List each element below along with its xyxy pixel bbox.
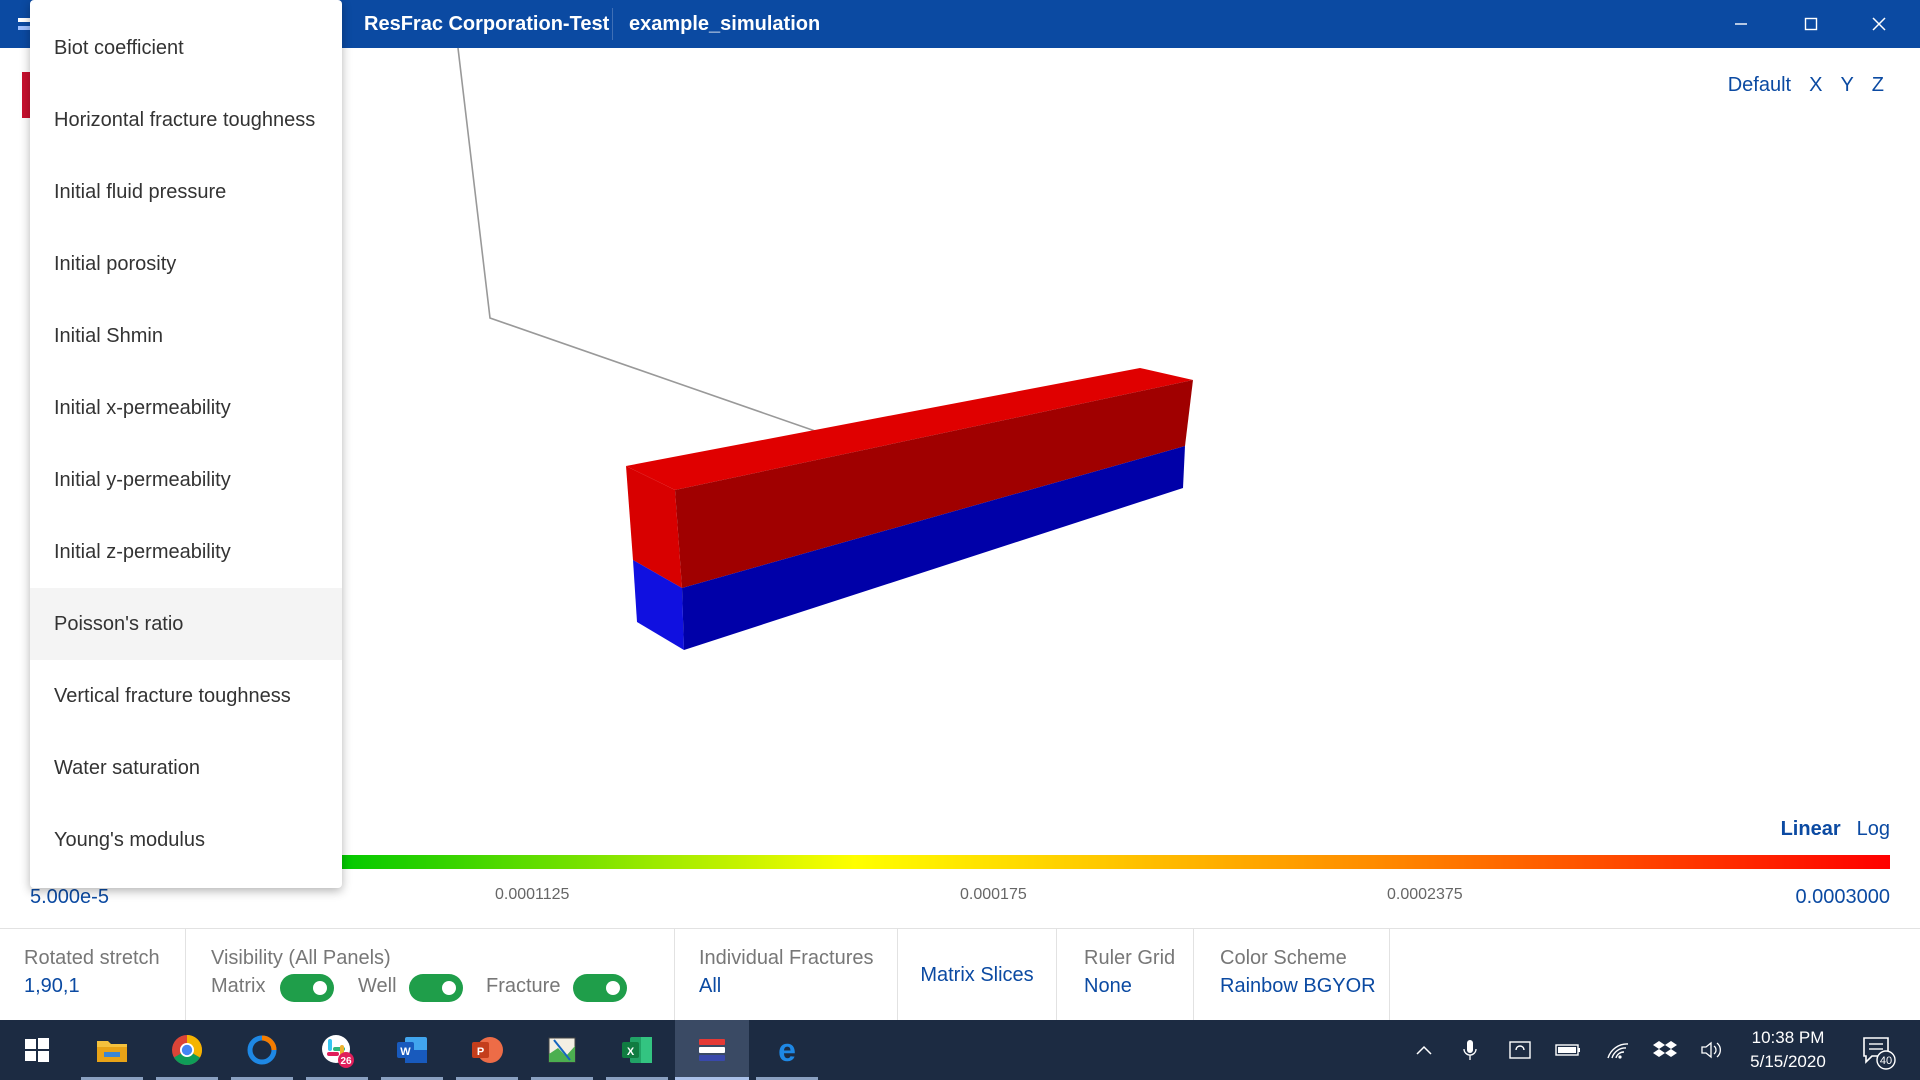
taskbar-slack[interactable]: 26: [300, 1020, 374, 1080]
chrome-icon: [172, 1035, 203, 1066]
property-option[interactable]: Biot coefficient: [30, 12, 342, 84]
property-option[interactable]: Young's modulus: [30, 804, 342, 876]
well-toggle-label: Well: [358, 975, 397, 997]
taskbar-file-explorer[interactable]: [75, 1020, 149, 1080]
taskbar-powerpoint[interactable]: P: [450, 1020, 524, 1080]
property-option[interactable]: Initial x-permeability: [30, 372, 342, 444]
action-center-button[interactable]: 40: [1850, 1020, 1906, 1080]
matrix-slices-panel[interactable]: Matrix Slices: [898, 929, 1057, 1021]
notification-count: 40: [1880, 1055, 1892, 1067]
property-option[interactable]: Horizontal fracture toughness: [30, 84, 342, 156]
legend-min-value: 5.000e-5: [30, 886, 109, 908]
start-button[interactable]: [0, 1020, 74, 1080]
linear-scale-button[interactable]: Linear: [1781, 818, 1841, 841]
fractures-label: Individual Fractures: [699, 947, 874, 969]
fractures-panel[interactable]: Individual Fractures All: [675, 929, 898, 1021]
property-option[interactable]: Vertical fracture toughness: [30, 660, 342, 732]
taskbar-chrome[interactable]: [150, 1020, 224, 1080]
legend-tick-3: 0.0002375: [1387, 886, 1463, 903]
property-option[interactable]: Initial z-permeability: [30, 516, 342, 588]
legend-max-value: 0.0003000: [1795, 886, 1890, 908]
taskbar-clock[interactable]: 10:38 PM 5/15/2020: [1728, 1026, 1848, 1074]
volume-icon: [1701, 1041, 1721, 1059]
tray-sync[interactable]: [1500, 1020, 1540, 1080]
color-legend-bar: [338, 855, 1890, 869]
log-scale-button[interactable]: Log: [1857, 818, 1890, 841]
battery-icon: [1555, 1044, 1580, 1056]
property-option-hovered[interactable]: Poisson's ratio: [30, 588, 342, 660]
svg-text:P: P: [477, 1046, 484, 1058]
property-option[interactable]: Water saturation: [30, 732, 342, 804]
dropbox-icon: [1653, 1041, 1677, 1057]
well-toggle[interactable]: [409, 974, 463, 1002]
tray-battery[interactable]: [1548, 1020, 1588, 1080]
chevron-up-icon: [1416, 1045, 1432, 1055]
tray-overflow-button[interactable]: [1404, 1020, 1444, 1080]
fracture-toggle-label: Fracture: [486, 975, 561, 997]
microphone-icon: [1463, 1040, 1477, 1060]
property-dropdown-menu: Biot coefficient Horizontal fracture tou…: [30, 0, 342, 888]
well-trajectory: [457, 47, 819, 433]
stretch-value[interactable]: 1,90,1: [24, 975, 80, 998]
taskbar-origin[interactable]: [225, 1020, 299, 1080]
origin-icon: [247, 1035, 277, 1065]
edge-icon: e: [778, 1034, 796, 1066]
ruler-grid-panel[interactable]: Ruler Grid None: [1057, 929, 1194, 1021]
toggle-knob: [313, 981, 327, 995]
maps-icon: [548, 1037, 576, 1063]
tray-dropbox[interactable]: [1645, 1020, 1685, 1080]
slack-icon: 26: [322, 1035, 354, 1068]
color-scheme-label: Color Scheme: [1220, 947, 1347, 969]
windows-taskbar: 26 W P X e 10:38 PM 5/15/2020 40: [0, 1020, 1920, 1080]
settings-bar: Rotated stretch 1,90,1 Visibility (All P…: [0, 928, 1920, 1021]
property-option[interactable]: Initial Shmin: [30, 300, 342, 372]
fractures-value[interactable]: All: [699, 975, 721, 998]
ruler-grid-label: Ruler Grid: [1084, 947, 1176, 969]
property-option[interactable]: Initial y-permeability: [30, 444, 342, 516]
scale-toggle: Linear Log: [1781, 818, 1890, 841]
tray-wifi[interactable]: [1598, 1020, 1638, 1080]
matrix-toggle-label: Matrix: [211, 975, 266, 997]
slack-badge-count: 26: [340, 1056, 352, 1067]
ruler-grid-value[interactable]: None: [1084, 975, 1132, 998]
property-option[interactable]: Initial porosity: [30, 228, 342, 300]
svg-text:W: W: [400, 1046, 411, 1058]
svg-text:e: e: [778, 1034, 796, 1066]
toggle-knob: [442, 981, 456, 995]
taskbar-resfrac[interactable]: [675, 1020, 749, 1080]
property-option[interactable]: Initial fluid pressure: [30, 156, 342, 228]
legend-tick-2: 0.000175: [960, 886, 1027, 903]
clock-time: 10:38 PM: [1751, 1028, 1825, 1047]
matrix-toggle[interactable]: [280, 974, 334, 1002]
svg-text:X: X: [627, 1046, 635, 1058]
color-scheme-panel[interactable]: Color Scheme Rainbow BGYOR: [1194, 929, 1390, 1021]
excel-icon: X: [622, 1037, 652, 1063]
clock-date: 5/15/2020: [1750, 1052, 1826, 1071]
toggle-knob: [606, 981, 620, 995]
word-icon: W: [397, 1037, 427, 1063]
color-scheme-value[interactable]: Rainbow BGYOR: [1220, 975, 1376, 998]
taskbar-edge[interactable]: e: [750, 1020, 824, 1080]
legend-tick-1: 0.0001125: [495, 886, 570, 903]
notification-icon: 40: [1863, 1037, 1896, 1070]
tray-volume[interactable]: [1692, 1020, 1732, 1080]
file-explorer-icon: [97, 1041, 127, 1062]
taskbar-excel[interactable]: X: [600, 1020, 674, 1080]
visibility-label: Visibility (All Panels): [211, 947, 391, 969]
windows-start-icon: [25, 1038, 49, 1062]
wifi-icon: [1607, 1043, 1629, 1059]
fracture-toggle[interactable]: [573, 974, 627, 1002]
stretch-label: Rotated stretch: [24, 947, 160, 969]
resfrac-icon: [699, 1039, 725, 1061]
powerpoint-icon: P: [472, 1037, 503, 1063]
sync-icon: [1509, 1041, 1531, 1059]
visibility-panel: Visibility (All Panels) Matrix Well Frac…: [186, 929, 675, 1021]
taskbar-word[interactable]: W: [375, 1020, 449, 1080]
taskbar-maps[interactable]: [525, 1020, 599, 1080]
stretch-panel[interactable]: Rotated stretch 1,90,1: [0, 929, 186, 1021]
tray-microphone[interactable]: [1450, 1020, 1490, 1080]
matrix-slices-button[interactable]: Matrix Slices: [898, 929, 1056, 1021]
